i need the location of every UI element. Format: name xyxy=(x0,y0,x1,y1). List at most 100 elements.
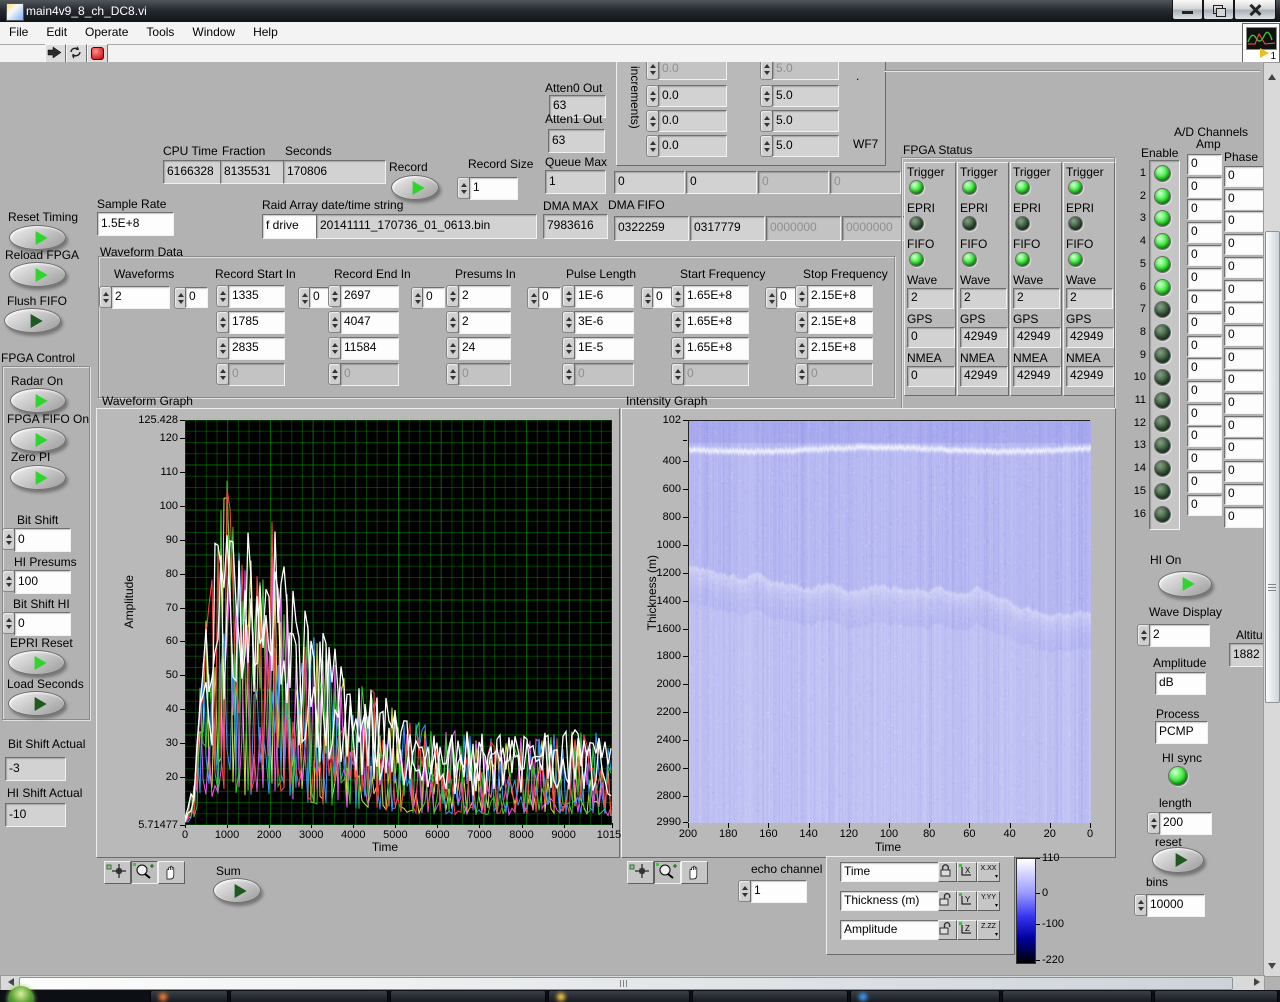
flush-fifo-button[interactable] xyxy=(4,308,61,333)
hi-presums-input[interactable]: 100 xyxy=(14,570,71,594)
wave-display-input[interactable]: 2 xyxy=(1149,624,1210,647)
scroll-left-arrow[interactable] xyxy=(3,977,16,988)
stop-frequency-2[interactable]: 2.15E+8 xyxy=(807,337,873,360)
hi-on-toggle[interactable] xyxy=(1158,571,1212,597)
phase-input-15[interactable]: 0 xyxy=(1224,483,1267,505)
index-input-0[interactable]: 0 xyxy=(185,287,208,308)
menu-help[interactable]: Help xyxy=(244,22,287,44)
record-end-in-1[interactable]: 4047 xyxy=(340,311,399,334)
bit-shift-hi-input[interactable]: 0 xyxy=(14,612,71,636)
phase-input-8[interactable]: 0 xyxy=(1224,324,1267,346)
phase-input-16[interactable]: 0 xyxy=(1224,506,1267,528)
amp-input-4[interactable]: 0 xyxy=(1187,222,1222,244)
vertical-scroll-thumb[interactable] xyxy=(1265,231,1280,703)
taskbar-button-0[interactable] xyxy=(150,991,228,1002)
length-input[interactable]: 200 xyxy=(1159,812,1212,835)
amp-input-10[interactable]: 0 xyxy=(1187,358,1222,380)
scroll-right-arrow[interactable] xyxy=(1249,977,1262,988)
amp-input-6[interactable]: 0 xyxy=(1187,267,1222,289)
axis-format-button[interactable]: Z.ZZ ▾ xyxy=(977,920,1000,940)
waveform-palette-crosshair-cursor[interactable] xyxy=(104,861,131,884)
axis-lock-open[interactable] xyxy=(938,920,957,940)
phase-input-9[interactable]: 0 xyxy=(1224,347,1267,369)
amp-input-16[interactable]: 0 xyxy=(1187,494,1222,516)
pulse-length-0[interactable]: 1E-6 xyxy=(574,285,634,308)
menu-tools[interactable]: Tools xyxy=(137,22,183,44)
fpga-fifo-on-toggle[interactable] xyxy=(10,427,66,452)
axis-format-button[interactable]: Y.YY ▾ xyxy=(977,891,1000,911)
scroll-down-arrow[interactable] xyxy=(1265,960,1278,973)
taskbar-button-6[interactable] xyxy=(1002,991,1152,1002)
bins-input[interactable]: 10000 xyxy=(1146,894,1205,917)
amp-input-12[interactable]: 0 xyxy=(1187,403,1222,425)
pulse-length-2[interactable]: 1E-5 xyxy=(574,337,634,360)
phase-input-6[interactable]: 0 xyxy=(1224,279,1267,301)
menu-file[interactable]: File xyxy=(0,22,37,44)
stop-frequency-0[interactable]: 2.15E+8 xyxy=(807,285,873,308)
axis-lock-open[interactable] xyxy=(938,891,957,911)
close-button[interactable] xyxy=(1234,0,1276,20)
run-button[interactable] xyxy=(45,44,66,63)
waveform-palette-zoom-magnifier[interactable] xyxy=(131,861,158,884)
phase-input-12[interactable]: 0 xyxy=(1224,415,1267,437)
intensity-palette-zoom-magnifier[interactable] xyxy=(654,861,681,884)
menu-edit[interactable]: Edit xyxy=(37,22,76,44)
start-frequency-2[interactable]: 1.65E+8 xyxy=(683,337,749,360)
start-frequency-1[interactable]: 1.65E+8 xyxy=(683,311,749,334)
menu-operate[interactable]: Operate xyxy=(76,22,137,44)
reset-timing-button[interactable] xyxy=(9,225,66,250)
intensity-palette-crosshair-cursor[interactable] xyxy=(627,861,654,884)
presums-in-0[interactable]: 2 xyxy=(458,285,511,308)
taskbar-button-5[interactable] xyxy=(850,991,1000,1002)
raid-drive-input[interactable]: f drive xyxy=(262,214,317,239)
axis-name-1[interactable]: Thickness (m) xyxy=(840,891,940,911)
taskbar-button-2[interactable] xyxy=(390,991,546,1002)
amp-input-3[interactable]: 0 xyxy=(1187,199,1222,221)
amp-input-13[interactable]: 0 xyxy=(1187,426,1222,448)
horizontal-scroll-thumb[interactable] xyxy=(19,977,1233,990)
taskbar-button-1[interactable] xyxy=(230,991,388,1002)
waveforms-input[interactable]: 2 xyxy=(111,286,170,309)
record-toggle[interactable] xyxy=(391,175,439,200)
axis-format-button[interactable]: X.XX ▾ xyxy=(977,862,1000,882)
record-size-input[interactable]: 1 xyxy=(469,177,518,200)
amp-input-2[interactable]: 0 xyxy=(1187,176,1222,198)
start-frequency-0[interactable]: 1.65E+8 xyxy=(683,285,749,308)
reset-toggle[interactable] xyxy=(1152,847,1204,873)
record-start-in-0[interactable]: 1335 xyxy=(228,285,285,308)
presums-in-1[interactable]: 2 xyxy=(458,311,511,334)
pulse-length-1[interactable]: 3E-6 xyxy=(574,311,634,334)
axis-name-0[interactable]: Time xyxy=(840,862,940,882)
reload-fpga-button[interactable] xyxy=(9,262,66,287)
phase-input-3[interactable]: 0 xyxy=(1224,211,1267,233)
amp-input-14[interactable]: 0 xyxy=(1187,449,1222,471)
sample-rate-input[interactable]: 1.5E+8 xyxy=(97,212,174,236)
abort-button[interactable] xyxy=(87,44,108,63)
record-end-in-2[interactable]: 11584 xyxy=(340,337,399,360)
axis-lock-closed[interactable] xyxy=(938,862,957,882)
scroll-up-arrow[interactable] xyxy=(1265,69,1278,82)
amp-input-15[interactable]: 0 xyxy=(1187,471,1222,493)
axis-autoscale-button[interactable]: Z xyxy=(957,920,977,940)
restore-button[interactable] xyxy=(1203,0,1234,20)
phase-input-10[interactable]: 0 xyxy=(1224,370,1267,392)
taskbar-button-4[interactable] xyxy=(692,991,848,1002)
amp-input-7[interactable]: 0 xyxy=(1187,290,1222,312)
index-input-2[interactable]: 0 xyxy=(422,287,445,308)
bit-shift-input[interactable]: 0 xyxy=(14,528,71,552)
amp-input-8[interactable]: 0 xyxy=(1187,312,1222,334)
phase-input-7[interactable]: 0 xyxy=(1224,302,1267,324)
process-select[interactable]: PCMP xyxy=(1155,721,1208,744)
taskbar-button-7[interactable] xyxy=(1154,991,1278,1002)
axis-autoscale-button[interactable]: Y xyxy=(957,891,977,911)
stop-frequency-1[interactable]: 2.15E+8 xyxy=(807,311,873,334)
menu-window[interactable]: Window xyxy=(183,22,244,44)
axis-name-2[interactable]: Amplitude xyxy=(840,920,940,940)
load-seconds-button[interactable] xyxy=(8,691,65,716)
phase-input-2[interactable]: 0 xyxy=(1224,188,1267,210)
zero-pi-toggle[interactable] xyxy=(10,465,66,490)
amp-input-9[interactable]: 0 xyxy=(1187,335,1222,357)
taskbar-button-3[interactable] xyxy=(548,991,690,1002)
epri-reset-button[interactable] xyxy=(8,650,65,675)
phase-input-11[interactable]: 0 xyxy=(1224,393,1267,414)
